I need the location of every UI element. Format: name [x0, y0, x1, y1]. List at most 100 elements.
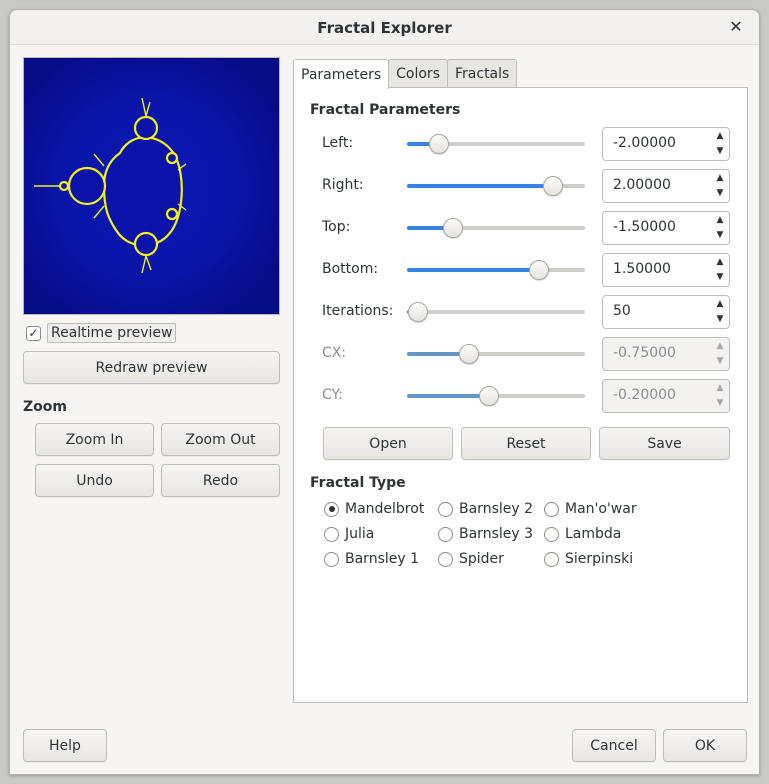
- slider-knob[interactable]: [408, 302, 428, 322]
- fractal-explorer-dialog: Fractal Explorer ✕ ✓ Realtime preview Re…: [9, 9, 760, 775]
- increment-icon[interactable]: ▲: [717, 171, 724, 186]
- ok-button[interactable]: OK: [663, 729, 747, 762]
- radio-label: Barnsley 3: [459, 526, 534, 542]
- parameters-panel: Fractal Parameters Left: -2.00000 ▲ ▼ Rig…: [293, 87, 748, 703]
- bottom-slider[interactable]: [407, 260, 585, 280]
- radio-manowar[interactable]: Man'o'war: [544, 501, 637, 517]
- slider-knob: [479, 386, 499, 406]
- help-button[interactable]: Help: [23, 729, 107, 762]
- save-button[interactable]: Save: [599, 427, 730, 460]
- decrement-icon: ▼: [716, 356, 724, 366]
- realtime-preview-label: Realtime preview: [47, 323, 177, 343]
- zoom-in-button[interactable]: Zoom In: [35, 423, 154, 456]
- decrement-icon: ▼: [716, 398, 724, 408]
- cx-slider: [407, 344, 585, 364]
- left-spinbutton[interactable]: -2.00000 ▲ ▼: [602, 127, 730, 161]
- radio-barnsley-1[interactable]: Barnsley 1: [324, 551, 419, 567]
- increment-icon[interactable]: ▲: [717, 129, 724, 144]
- increment-icon[interactable]: ▲: [717, 213, 724, 228]
- zoom-title: Zoom: [23, 399, 67, 415]
- tab-fractals[interactable]: Fractals: [447, 59, 518, 87]
- radio-button[interactable]: [324, 526, 339, 542]
- radio-label: Julia: [345, 526, 375, 542]
- radio-barnsley-2[interactable]: Barnsley 2: [438, 501, 533, 517]
- radio-button[interactable]: [324, 501, 339, 517]
- undo-button[interactable]: Undo: [35, 464, 154, 497]
- slider-knob[interactable]: [529, 260, 549, 280]
- radio-button[interactable]: [324, 551, 339, 567]
- bottom-label: Bottom:: [322, 261, 379, 277]
- cy-slider: [407, 386, 585, 406]
- radio-julia[interactable]: Julia: [324, 526, 374, 542]
- increment-icon: ▲: [716, 383, 724, 393]
- top-label: Top:: [322, 219, 351, 235]
- radio-label: Lambda: [565, 526, 622, 542]
- decrement-icon[interactable]: ▼: [717, 186, 724, 201]
- tab-parameters[interactable]: Parameters: [293, 59, 390, 89]
- slider-knob[interactable]: [429, 134, 449, 154]
- radio-mandelbrot[interactable]: Mandelbrot: [324, 501, 424, 517]
- tab-colors[interactable]: Colors: [388, 59, 448, 87]
- slider-knob[interactable]: [543, 176, 563, 196]
- increment-icon[interactable]: ▲: [717, 297, 724, 312]
- iterations-value[interactable]: 50: [613, 303, 631, 319]
- increment-icon: ▲: [716, 341, 724, 351]
- cy-spinbutton: -0.20000 ▲ ▼: [602, 379, 730, 413]
- iterations-label: Iterations:: [322, 303, 394, 319]
- fractal-type-title: Fractal Type: [310, 475, 406, 491]
- titlebar: Fractal Explorer ✕: [10, 10, 759, 45]
- radio-button[interactable]: [544, 501, 559, 517]
- top-spinbutton[interactable]: -1.50000 ▲ ▼: [602, 211, 730, 245]
- iterations-slider[interactable]: [407, 302, 585, 322]
- top-value[interactable]: -1.50000: [613, 219, 676, 235]
- radio-button[interactable]: [438, 526, 453, 542]
- decrement-icon[interactable]: ▼: [717, 312, 724, 327]
- cx-spinbutton: -0.75000 ▲ ▼: [602, 337, 730, 371]
- zoom-out-button[interactable]: Zoom Out: [161, 423, 280, 456]
- radio-sierpinski[interactable]: Sierpinski: [544, 551, 633, 567]
- radio-button[interactable]: [438, 501, 453, 517]
- cy-label: CY:: [322, 387, 343, 403]
- bottom-value[interactable]: 1.50000: [613, 261, 671, 277]
- radio-label: Barnsley 1: [345, 551, 420, 567]
- left-value[interactable]: -2.00000: [613, 135, 676, 151]
- fractal-preview[interactable]: [23, 57, 280, 315]
- radio-label: Mandelbrot: [345, 501, 425, 517]
- cx-label: CX:: [322, 345, 347, 361]
- decrement-icon[interactable]: ▼: [717, 270, 724, 285]
- left-label: Left:: [322, 135, 354, 151]
- cx-value: -0.75000: [613, 345, 676, 361]
- radio-button[interactable]: [544, 551, 559, 567]
- open-button[interactable]: Open: [323, 427, 453, 460]
- top-slider[interactable]: [407, 218, 585, 238]
- close-icon[interactable]: ✕: [725, 16, 747, 38]
- right-slider[interactable]: [407, 176, 585, 196]
- radio-lambda[interactable]: Lambda: [544, 526, 621, 542]
- slider-knob[interactable]: [443, 218, 463, 238]
- mandelbrot-preview-image: [24, 58, 279, 314]
- right-label: Right:: [322, 177, 364, 193]
- redraw-preview-button[interactable]: Redraw preview: [23, 351, 280, 384]
- right-spinbutton[interactable]: 2.00000 ▲ ▼: [602, 169, 730, 203]
- cancel-button[interactable]: Cancel: [572, 729, 656, 762]
- realtime-preview-row[interactable]: ✓ Realtime preview: [26, 323, 177, 343]
- decrement-icon[interactable]: ▼: [717, 228, 724, 243]
- radio-spider[interactable]: Spider: [438, 551, 504, 567]
- realtime-preview-checkbox[interactable]: ✓: [26, 325, 41, 341]
- radio-button[interactable]: [544, 526, 559, 542]
- decrement-icon[interactable]: ▼: [717, 144, 724, 159]
- redo-button[interactable]: Redo: [161, 464, 280, 497]
- left-slider[interactable]: [407, 134, 585, 154]
- iterations-spinbutton[interactable]: 50 ▲ ▼: [602, 295, 730, 329]
- cy-value: -0.20000: [613, 387, 676, 403]
- reset-button[interactable]: Reset: [461, 427, 591, 460]
- radio-label: Sierpinski: [565, 551, 634, 567]
- radio-label: Spider: [459, 551, 504, 567]
- radio-barnsley-3[interactable]: Barnsley 3: [438, 526, 533, 542]
- fractal-parameters-title: Fractal Parameters: [310, 102, 461, 118]
- radio-label: Barnsley 2: [459, 501, 534, 517]
- radio-button[interactable]: [438, 551, 453, 567]
- bottom-spinbutton[interactable]: 1.50000 ▲ ▼: [602, 253, 730, 287]
- right-value[interactable]: 2.00000: [613, 177, 671, 193]
- increment-icon[interactable]: ▲: [717, 255, 724, 270]
